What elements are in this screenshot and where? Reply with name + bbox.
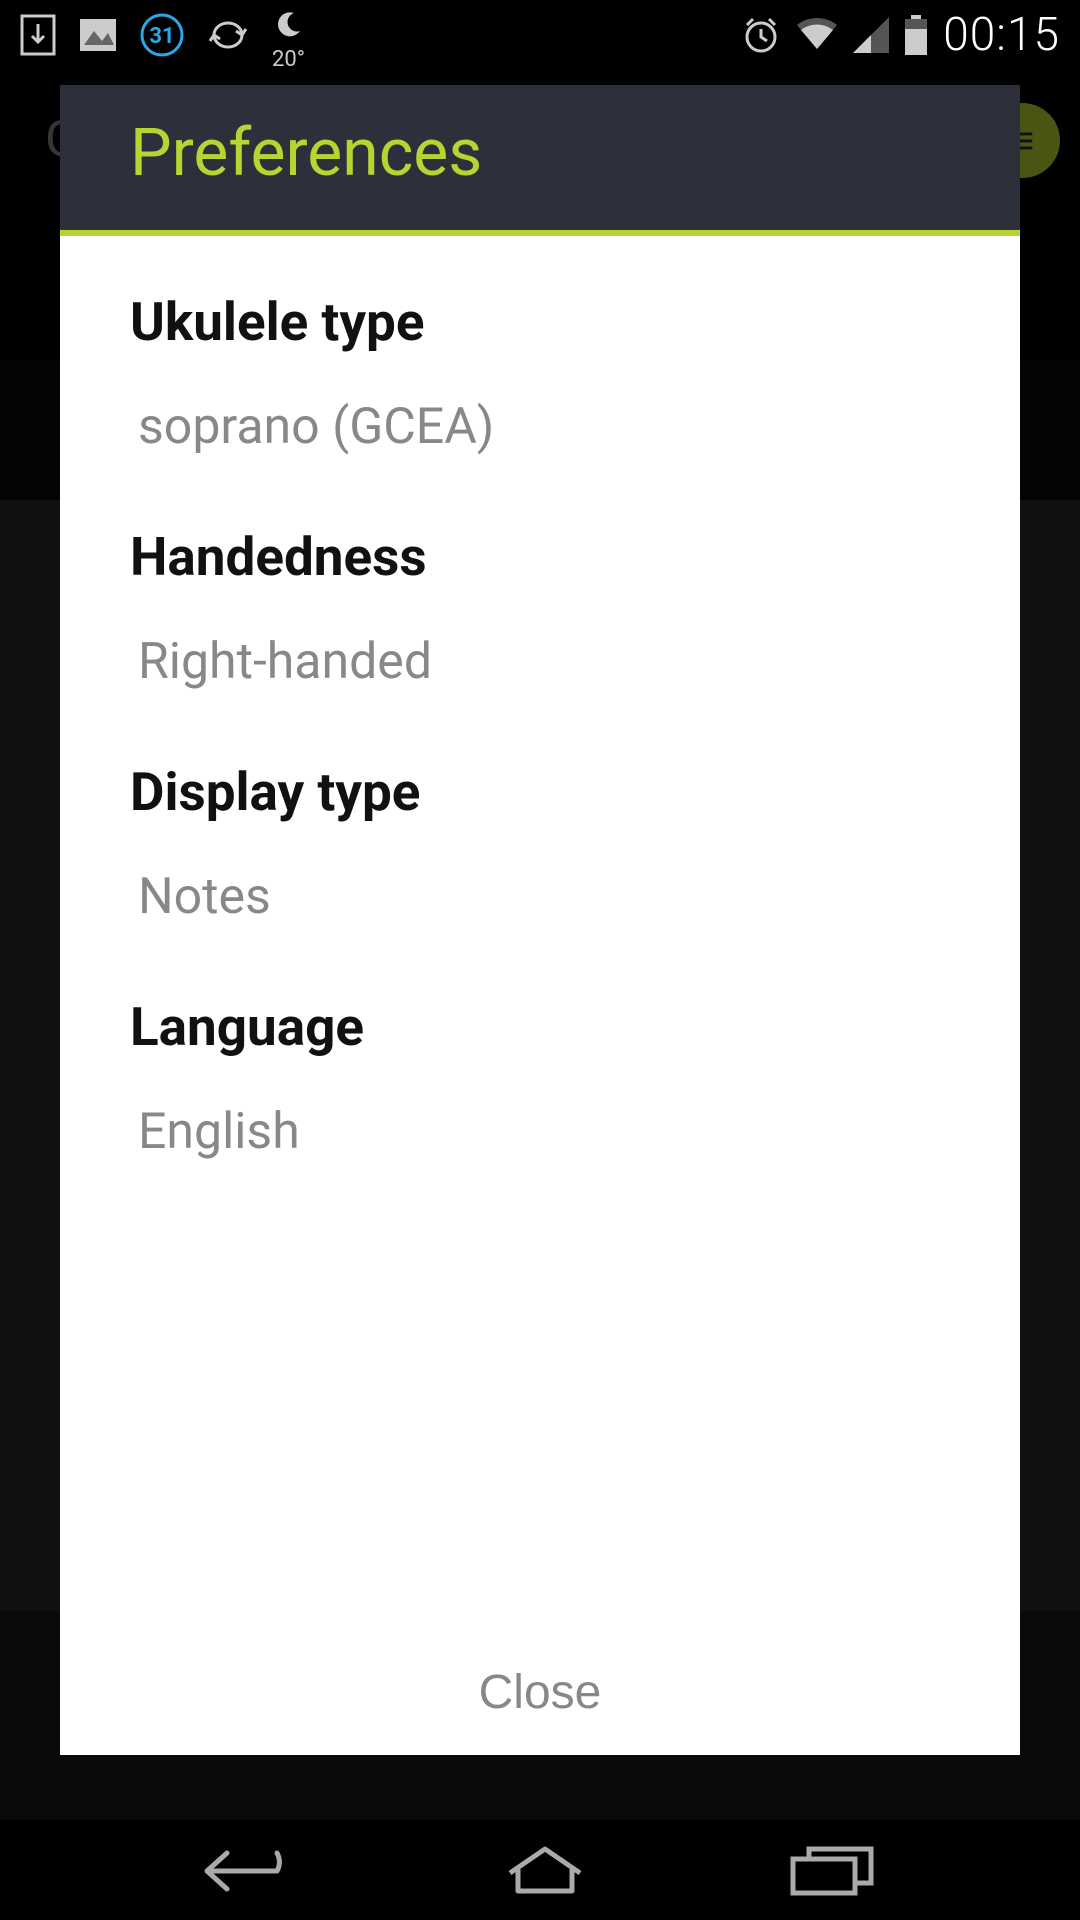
status-left: 31 20° (20, 9, 305, 62)
pref-label: Language (130, 996, 950, 1058)
close-button[interactable]: Close (479, 1665, 602, 1720)
preferences-dialog: Preferences Ukulele type soprano (GCEA) … (60, 85, 1020, 1755)
clock-time: 00:15 (943, 8, 1060, 62)
status-bar: 31 20° 00:15 (0, 0, 1080, 70)
dialog-footer: Close (60, 1630, 1020, 1755)
dialog-title: Preferences (130, 115, 950, 192)
dialog-body: Ukulele type soprano (GCEA) Handedness R… (60, 236, 1020, 1630)
pref-language[interactable]: Language English (130, 961, 950, 1196)
home-button[interactable] (500, 1843, 590, 1898)
pref-value: Right-handed (130, 633, 950, 691)
recent-apps-button[interactable] (783, 1843, 883, 1898)
back-button[interactable] (197, 1843, 307, 1898)
pref-label: Ukulele type (130, 291, 950, 353)
pref-value: English (130, 1103, 950, 1161)
navigation-bar (0, 1820, 1080, 1920)
calendar-icon: 31 (140, 13, 184, 57)
status-right: 00:15 (741, 8, 1060, 62)
pref-label: Handedness (130, 526, 950, 588)
pref-handedness[interactable]: Handedness Right-handed (130, 491, 950, 726)
alarm-icon (741, 15, 781, 55)
pref-ukulele-type[interactable]: Ukulele type soprano (GCEA) (130, 256, 950, 491)
signal-icon (853, 17, 889, 53)
svg-text:31: 31 (149, 24, 174, 49)
pref-value: soprano (GCEA) (130, 398, 950, 456)
download-icon (20, 14, 56, 56)
image-icon (78, 17, 118, 53)
sync-icon (206, 17, 250, 53)
battery-icon (903, 15, 929, 55)
weather-icon: 20° (272, 9, 305, 62)
pref-label: Display type (130, 761, 950, 823)
pref-value: Notes (130, 868, 950, 926)
dialog-header: Preferences (60, 85, 1020, 236)
temperature-label: 20° (272, 47, 305, 72)
wifi-icon (795, 17, 839, 53)
pref-display-type[interactable]: Display type Notes (130, 726, 950, 961)
